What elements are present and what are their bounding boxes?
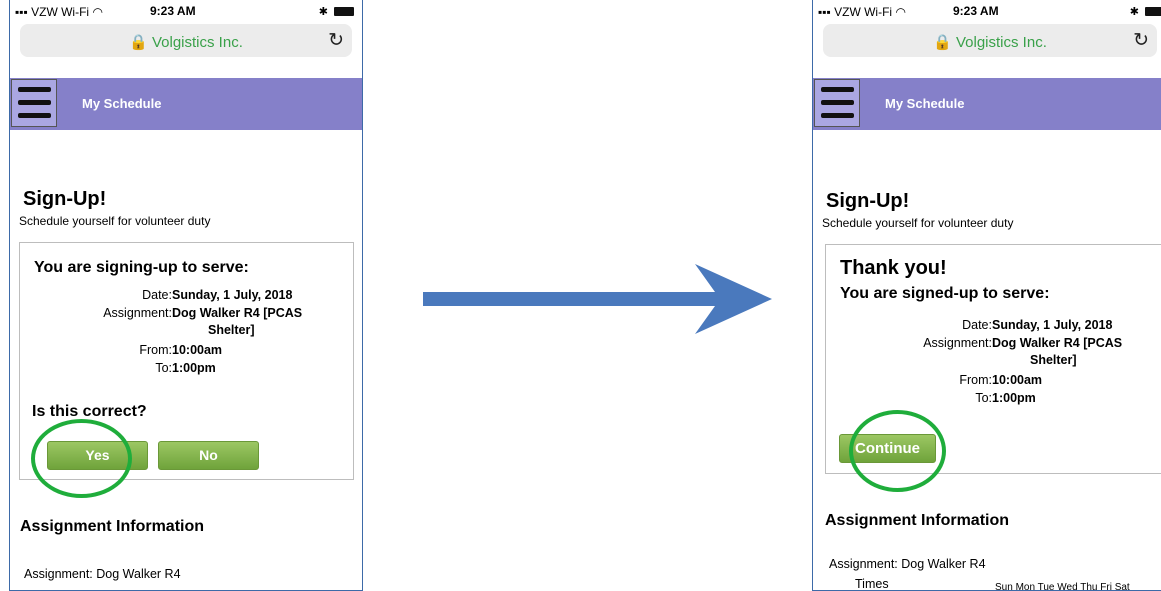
nav-title[interactable]: My Schedule	[885, 96, 964, 111]
battery-icon: ✱	[319, 5, 354, 18]
times-label: Times	[855, 577, 889, 591]
page-title: Sign-Up!	[23, 188, 107, 210]
thank-you-heading: Thank you!	[840, 257, 947, 279]
to-row: To:1:00pm	[975, 391, 1036, 405]
status-time: 9:23 AM	[150, 4, 196, 18]
to-row: To:1:00pm	[155, 361, 216, 375]
carrier-label: ▪▪▪ VZW Wi-Fi ◠	[818, 5, 906, 19]
assignment-row-cont: Shelter]	[1030, 353, 1077, 367]
nav-bar: My Schedule	[813, 78, 1161, 130]
page-subtitle: Schedule yourself for volunteer duty	[19, 214, 211, 228]
hamburger-menu-button[interactable]	[11, 79, 57, 127]
wifi-icon: ◠	[92, 5, 103, 19]
nav-bar: My Schedule	[10, 78, 362, 130]
reload-icon[interactable]: ↻	[328, 29, 344, 52]
from-row: From:10:00am	[959, 373, 1043, 387]
carrier-label: ▪▪▪ VZW Wi-Fi ◠	[15, 5, 103, 19]
date-row: Date:Sunday, 1 July, 2018	[142, 288, 293, 302]
weekday-headers: Sun Mon Tue Wed Thu Fri Sat	[995, 582, 1130, 591]
assignment-row-cont: Shelter]	[208, 323, 255, 337]
nav-title[interactable]: My Schedule	[82, 96, 161, 111]
status-bar: ▪▪▪ VZW Wi-Fi ◠ 9:23 AM ✱	[813, 0, 1161, 22]
section-title: Assignment Information	[20, 518, 205, 535]
highlight-circle	[849, 410, 946, 492]
wifi-icon: ◠	[895, 5, 906, 19]
address-bar[interactable]: 🔒 Volgistics Inc. ↻	[823, 24, 1157, 57]
hamburger-menu-button[interactable]	[814, 79, 860, 127]
assignment-info: Assignment: Dog Walker R4	[24, 567, 181, 581]
lock-icon: 🔒	[129, 34, 148, 51]
highlight-circle	[31, 419, 132, 498]
site-label: 🔒 Volgistics Inc.	[129, 34, 243, 51]
page-subtitle: Schedule yourself for volunteer duty	[822, 216, 1014, 230]
site-label: 🔒 Volgistics Inc.	[933, 34, 1047, 51]
phone-screenshot-after: ▪▪▪ VZW Wi-Fi ◠ 9:23 AM ✱ 🔒 Volgistics I…	[812, 0, 1161, 591]
battery-icon: ✱	[1130, 5, 1161, 18]
page-title: Sign-Up!	[826, 190, 910, 212]
no-button[interactable]: No	[158, 441, 259, 470]
date-row: Date:Sunday, 1 July, 2018	[962, 318, 1113, 332]
phone-screenshot-before: ▪▪▪ VZW Wi-Fi ◠ 9:23 AM ✱ 🔒 Volgistics I…	[9, 0, 363, 591]
card-heading: You are signing-up to serve:	[34, 259, 249, 276]
reload-icon[interactable]: ↻	[1133, 29, 1149, 52]
confirm-question: Is this correct?	[32, 403, 147, 420]
section-title: Assignment Information	[825, 512, 1010, 529]
address-bar[interactable]: 🔒 Volgistics Inc. ↻	[20, 24, 352, 57]
assignment-row: Assignment:Dog Walker R4 [PCAS	[103, 306, 303, 320]
card-heading: You are signed-up to serve:	[840, 285, 1050, 302]
status-time: 9:23 AM	[953, 4, 999, 18]
status-bar: ▪▪▪ VZW Wi-Fi ◠ 9:23 AM ✱	[10, 0, 362, 22]
lock-icon: 🔒	[933, 34, 952, 51]
assignment-row: Assignment:Dog Walker R4 [PCAS	[923, 336, 1123, 350]
assignment-info: Assignment: Dog Walker R4	[829, 557, 986, 571]
from-row: From:10:00am	[139, 343, 223, 357]
right-arrow-icon	[423, 264, 772, 334]
